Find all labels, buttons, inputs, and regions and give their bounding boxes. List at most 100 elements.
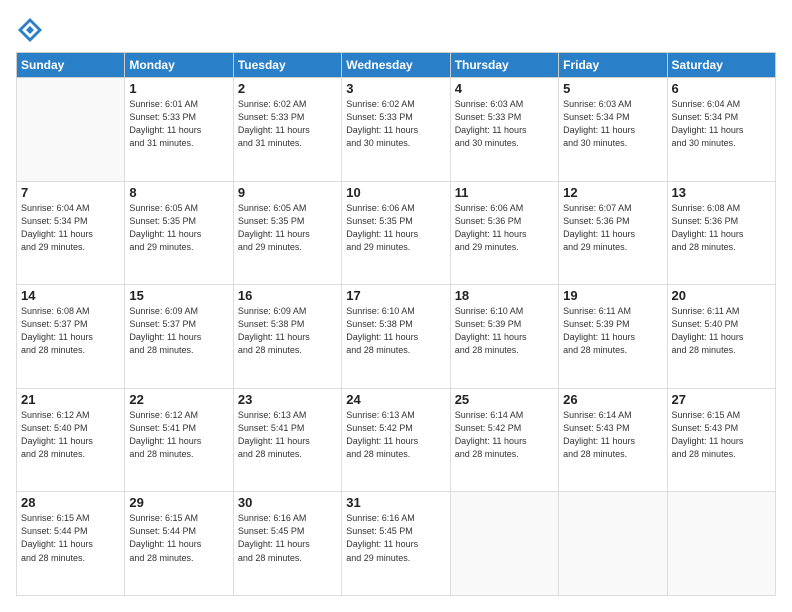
day-number: 14: [21, 288, 120, 303]
calendar-day-28: 28 Sunrise: 6:15 AM Sunset: 5:44 PM Dayli…: [17, 492, 125, 596]
day-number: 24: [346, 392, 445, 407]
calendar-day-23: 23Sunrise: 6:13 AM Sunset: 5:41 PM Dayli…: [233, 388, 341, 492]
day-info: Sunrise: 6:07 AM Sunset: 5:36 PM Dayligh…: [563, 202, 662, 254]
calendar-day-2: 2 Sunrise: 6:02 AM Sunset: 5:33 PM Daylig…: [233, 78, 341, 182]
day-number: 17: [346, 288, 445, 303]
day-info: Sunrise: 6:15 AM Sunset: 5:43 PM Dayligh…: [672, 409, 771, 461]
calendar-header-sunday: Sunday: [17, 53, 125, 78]
day-info: Sunrise: 6:10 AM Sunset: 5:39 PM Dayligh…: [455, 305, 554, 357]
calendar-day-25: 25 Sunrise: 6:14 AM Sunset: 5:42 PM Dayli…: [450, 388, 558, 492]
day-info: Sunrise: 6:11 AM Sunset: 5:39 PM Dayligh…: [563, 305, 662, 357]
day-info: Sunrise: 6:04 AM Sunset: 5:34 PM Dayligh…: [672, 98, 771, 150]
calendar-week-3: 21 Sunrise: 6:12 AM Sunset: 5:40 PM Dayli…: [17, 388, 776, 492]
day-info: Sunrise: 6:15 AM Sunset: 5:44 PM Dayligh…: [21, 512, 120, 564]
calendar-day-29: 29 Sunrise: 6:15 AM Sunset: 5:44 PM Dayli…: [125, 492, 233, 596]
calendar-day-20: 20 Sunrise: 6:11 AM Sunset: 5:40 PM Dayli…: [667, 285, 775, 389]
page: SundayMondayTuesdayWednesdayThursdayFrid…: [0, 0, 792, 612]
calendar-day-empty: [559, 492, 667, 596]
calendar-day-empty: [450, 492, 558, 596]
calendar-day-8: 8 Sunrise: 6:05 AM Sunset: 5:35 PM Daylig…: [125, 181, 233, 285]
day-number: 18: [455, 288, 554, 303]
day-info: Sunrise: 6:16 AM Sunset: 5:45 PM Dayligh…: [346, 512, 445, 564]
calendar-day-4: 4 Sunrise: 6:03 AM Sunset: 5:33 PM Daylig…: [450, 78, 558, 182]
day-info: Sunrise: 6:05 AM Sunset: 5:35 PM Dayligh…: [238, 202, 337, 254]
calendar-week-2: 14 Sunrise: 6:08 AM Sunset: 5:37 PM Dayli…: [17, 285, 776, 389]
day-info: Sunrise: 6:12 AM Sunset: 5:41 PM Dayligh…: [129, 409, 228, 461]
day-number: 20: [672, 288, 771, 303]
day-info: Sunrise: 6:15 AM Sunset: 5:44 PM Dayligh…: [129, 512, 228, 564]
day-number: 9: [238, 185, 337, 200]
header: [16, 16, 776, 44]
day-info: Sunrise: 6:14 AM Sunset: 5:42 PM Dayligh…: [455, 409, 554, 461]
day-info: Sunrise: 6:11 AM Sunset: 5:40 PM Dayligh…: [672, 305, 771, 357]
calendar-day-26: 26 Sunrise: 6:14 AM Sunset: 5:43 PM Dayli…: [559, 388, 667, 492]
calendar-day-24: 24 Sunrise: 6:13 AM Sunset: 5:42 PM Dayli…: [342, 388, 450, 492]
day-number: 4: [455, 81, 554, 96]
day-number: 23: [238, 392, 337, 407]
calendar: SundayMondayTuesdayWednesdayThursdayFrid…: [16, 52, 776, 596]
day-number: 2: [238, 81, 337, 96]
day-info: Sunrise: 6:09 AM Sunset: 5:38 PM Dayligh…: [238, 305, 337, 357]
day-number: 7: [21, 185, 120, 200]
day-info: Sunrise: 6:13 AM Sunset: 5:42 PM Dayligh…: [346, 409, 445, 461]
day-number: 27: [672, 392, 771, 407]
calendar-header-friday: Friday: [559, 53, 667, 78]
day-number: 28: [21, 495, 120, 510]
day-info: Sunrise: 6:12 AM Sunset: 5:40 PM Dayligh…: [21, 409, 120, 461]
day-number: 21: [21, 392, 120, 407]
calendar-day-empty: [667, 492, 775, 596]
calendar-week-0: 1Sunrise: 6:01 AM Sunset: 5:33 PM Daylig…: [17, 78, 776, 182]
day-number: 15: [129, 288, 228, 303]
day-info: Sunrise: 6:10 AM Sunset: 5:38 PM Dayligh…: [346, 305, 445, 357]
day-number: 25: [455, 392, 554, 407]
calendar-day-6: 6 Sunrise: 6:04 AM Sunset: 5:34 PM Daylig…: [667, 78, 775, 182]
day-number: 16: [238, 288, 337, 303]
day-number: 8: [129, 185, 228, 200]
day-info: Sunrise: 6:08 AM Sunset: 5:37 PM Dayligh…: [21, 305, 120, 357]
day-number: 29: [129, 495, 228, 510]
calendar-day-10: 10Sunrise: 6:06 AM Sunset: 5:35 PM Dayli…: [342, 181, 450, 285]
day-number: 30: [238, 495, 337, 510]
calendar-header-row: SundayMondayTuesdayWednesdayThursdayFrid…: [17, 53, 776, 78]
calendar-day-9: 9 Sunrise: 6:05 AM Sunset: 5:35 PM Daylig…: [233, 181, 341, 285]
calendar-header-wednesday: Wednesday: [342, 53, 450, 78]
day-number: 19: [563, 288, 662, 303]
day-number: 11: [455, 185, 554, 200]
calendar-header-thursday: Thursday: [450, 53, 558, 78]
calendar-week-4: 28 Sunrise: 6:15 AM Sunset: 5:44 PM Dayli…: [17, 492, 776, 596]
calendar-day-14: 14 Sunrise: 6:08 AM Sunset: 5:37 PM Dayli…: [17, 285, 125, 389]
day-info: Sunrise: 6:02 AM Sunset: 5:33 PM Dayligh…: [346, 98, 445, 150]
day-number: 1: [129, 81, 228, 96]
calendar-header-monday: Monday: [125, 53, 233, 78]
calendar-day-7: 7 Sunrise: 6:04 AM Sunset: 5:34 PM Daylig…: [17, 181, 125, 285]
calendar-day-12: 12 Sunrise: 6:07 AM Sunset: 5:36 PM Dayli…: [559, 181, 667, 285]
day-number: 13: [672, 185, 771, 200]
day-number: 22: [129, 392, 228, 407]
day-info: Sunrise: 6:02 AM Sunset: 5:33 PM Dayligh…: [238, 98, 337, 150]
calendar-day-22: 22 Sunrise: 6:12 AM Sunset: 5:41 PM Dayli…: [125, 388, 233, 492]
day-number: 6: [672, 81, 771, 96]
calendar-day-11: 11 Sunrise: 6:06 AM Sunset: 5:36 PM Dayli…: [450, 181, 558, 285]
calendar-day-1: 1Sunrise: 6:01 AM Sunset: 5:33 PM Daylig…: [125, 78, 233, 182]
calendar-day-18: 18 Sunrise: 6:10 AM Sunset: 5:39 PM Dayli…: [450, 285, 558, 389]
calendar-day-16: 16 Sunrise: 6:09 AM Sunset: 5:38 PM Dayli…: [233, 285, 341, 389]
day-number: 3: [346, 81, 445, 96]
calendar-day-27: 27 Sunrise: 6:15 AM Sunset: 5:43 PM Dayli…: [667, 388, 775, 492]
day-info: Sunrise: 6:06 AM Sunset: 5:35 PM Dayligh…: [346, 202, 445, 254]
calendar-day-13: 13Sunrise: 6:08 AM Sunset: 5:36 PM Dayli…: [667, 181, 775, 285]
day-info: Sunrise: 6:03 AM Sunset: 5:33 PM Dayligh…: [455, 98, 554, 150]
calendar-header-tuesday: Tuesday: [233, 53, 341, 78]
calendar-day-3: 3 Sunrise: 6:02 AM Sunset: 5:33 PM Daylig…: [342, 78, 450, 182]
day-number: 26: [563, 392, 662, 407]
day-info: Sunrise: 6:06 AM Sunset: 5:36 PM Dayligh…: [455, 202, 554, 254]
day-number: 12: [563, 185, 662, 200]
calendar-week-1: 7 Sunrise: 6:04 AM Sunset: 5:34 PM Daylig…: [17, 181, 776, 285]
day-info: Sunrise: 6:05 AM Sunset: 5:35 PM Dayligh…: [129, 202, 228, 254]
day-info: Sunrise: 6:09 AM Sunset: 5:37 PM Dayligh…: [129, 305, 228, 357]
day-number: 31: [346, 495, 445, 510]
calendar-day-19: 19 Sunrise: 6:11 AM Sunset: 5:39 PM Dayli…: [559, 285, 667, 389]
day-info: Sunrise: 6:04 AM Sunset: 5:34 PM Dayligh…: [21, 202, 120, 254]
calendar-day-15: 15 Sunrise: 6:09 AM Sunset: 5:37 PM Dayli…: [125, 285, 233, 389]
day-info: Sunrise: 6:16 AM Sunset: 5:45 PM Dayligh…: [238, 512, 337, 564]
day-info: Sunrise: 6:14 AM Sunset: 5:43 PM Dayligh…: [563, 409, 662, 461]
